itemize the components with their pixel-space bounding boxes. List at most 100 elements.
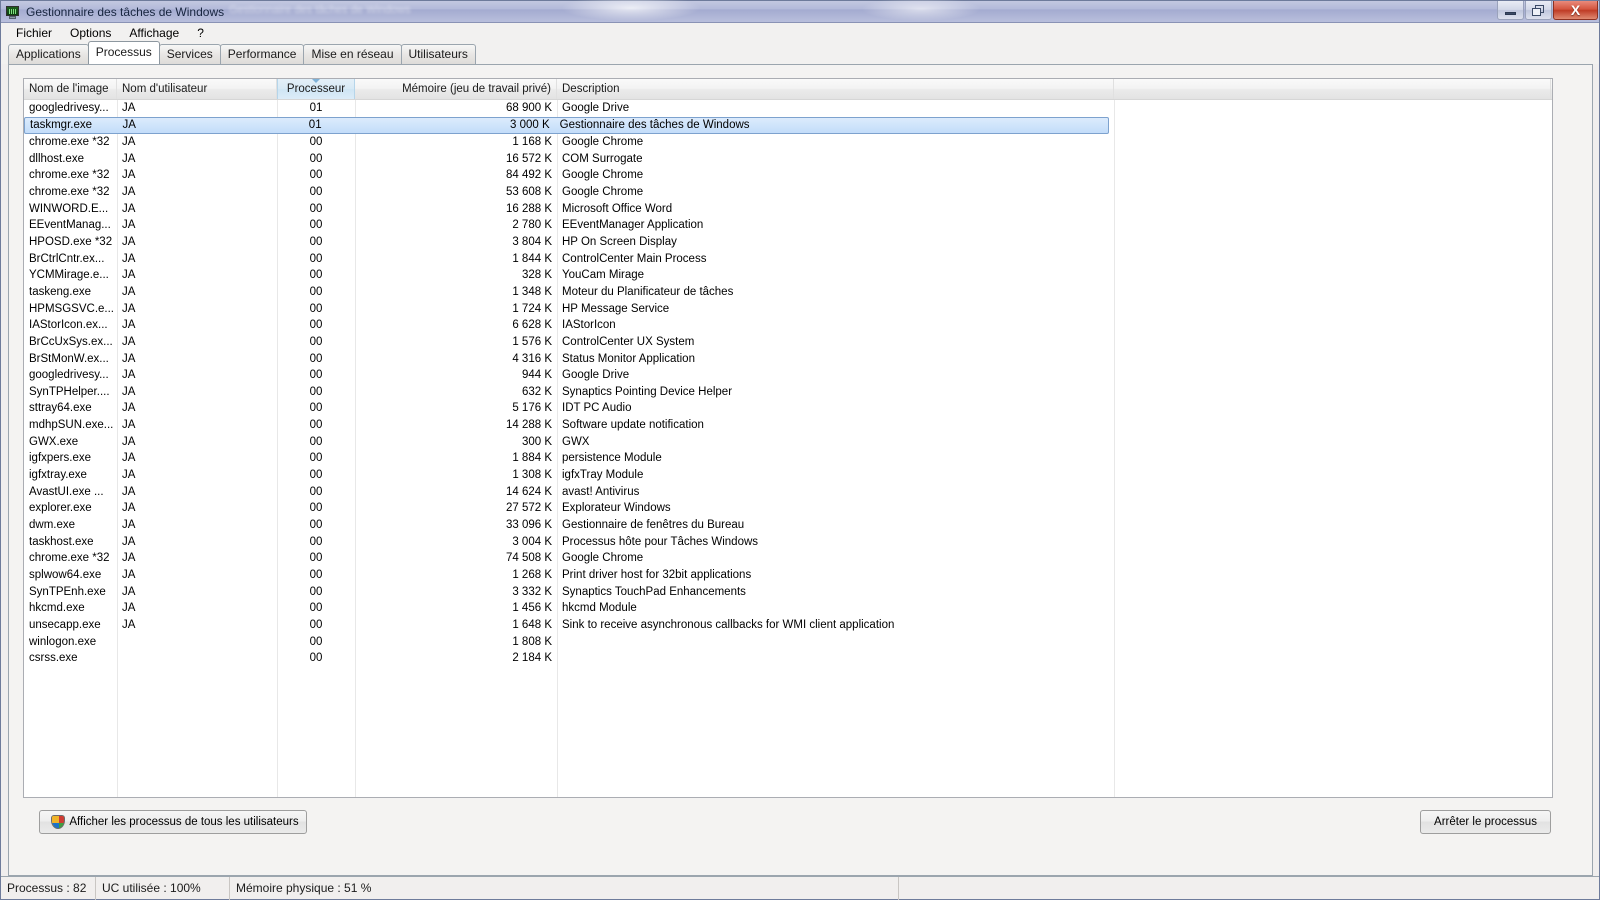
column-header-image-name[interactable]: Nom de l'image — [24, 79, 117, 99]
cell-user-name: JA — [122, 402, 136, 415]
tab-applications[interactable]: Applications — [8, 44, 89, 64]
cell-memory: 632 K — [521, 385, 552, 398]
cell-description: avast! Antivirus — [562, 485, 640, 498]
table-row[interactable]: HPOSD.exe *32 JA 00 3 804 K HP On Screen Dis… — [24, 234, 1552, 251]
table-row[interactable]: dllhost.exe JA 00 16 572 K COM Surrogate — [24, 150, 1552, 167]
process-list[interactable]: Nom de l'image Nom d'utilisateur Process… — [23, 78, 1553, 798]
table-row[interactable]: igfxpers.exe JA 00 1 884 K persistence Modul… — [24, 450, 1552, 467]
table-row[interactable]: googledrivesy... JA 00 944 K Google Drive — [24, 367, 1552, 384]
tab-performance[interactable]: Performance — [219, 44, 305, 64]
cell-user-name: JA — [122, 135, 136, 148]
table-row[interactable]: winlogon.exe 00 1 808 K — [24, 633, 1552, 650]
end-process-button[interactable]: Arrêter le processus — [1420, 810, 1551, 834]
cell-user-name: JA — [122, 169, 136, 182]
cell-user-name: JA — [122, 369, 136, 382]
cell-description: Google Chrome — [562, 552, 644, 565]
table-row[interactable]: hkcmd.exe JA 00 1 456 K hkcmd Module — [24, 600, 1552, 617]
cell-image-name: explorer.exe — [29, 502, 92, 515]
cell-description: GWX — [562, 435, 590, 448]
table-row[interactable]: mdhpSUN.exe... JA 00 14 288 K Software updat… — [24, 417, 1552, 434]
cell-user-name: JA — [122, 502, 136, 515]
table-row[interactable]: BrStMonW.ex... JA 00 4 316 K Status Monitor … — [24, 350, 1552, 367]
table-row[interactable]: EEventManag... JA 00 2 780 K EEventManager A… — [24, 217, 1552, 234]
task-manager-icon — [5, 4, 21, 20]
column-header-cpu[interactable]: Processeur — [277, 79, 355, 99]
cell-memory: 6 628 K — [512, 319, 552, 332]
cell-user-name: JA — [122, 452, 136, 465]
cell-description: Sink to receive asynchronous callbacks f… — [562, 619, 895, 632]
status-filler — [899, 877, 1599, 900]
maximize-restore-button[interactable] — [1525, 1, 1552, 20]
table-row[interactable]: SynTPEnh.exe JA 00 3 332 K Synaptics TouchPa… — [24, 583, 1552, 600]
cell-image-name: HPMSGSVC.e... — [29, 302, 114, 315]
column-header-memory[interactable]: Mémoire (jeu de travail privé) — [355, 79, 557, 99]
table-row[interactable]: taskmgr.exe JA 01 3 000 K Gestionnaire des t… — [24, 116, 1109, 134]
cell-memory: 53 608 K — [505, 185, 552, 198]
table-row[interactable]: sttray64.exe JA 00 5 176 K IDT PC Audio — [24, 400, 1552, 417]
cell-description: Processus hôte pour Tâches Windows — [562, 535, 759, 548]
table-row[interactable]: GWX.exe JA 00 300 K GWX — [24, 433, 1552, 450]
table-row[interactable]: chrome.exe *32 JA 00 1 168 K Google Chrome — [24, 134, 1552, 151]
cell-user-name: JA — [122, 569, 136, 582]
table-row[interactable]: chrome.exe *32 JA 00 53 608 K Google Chrome — [24, 184, 1552, 201]
table-row[interactable]: chrome.exe *32 JA 00 84 492 K Google Chrome — [24, 167, 1552, 184]
cell-image-name: dwm.exe — [29, 519, 76, 532]
table-row[interactable]: taskhost.exe JA 00 3 004 K Processus hôte po… — [24, 533, 1552, 550]
cell-user-name: JA — [122, 602, 136, 615]
cell-description: IAStorIcon — [562, 319, 616, 332]
table-row[interactable]: igfxtray.exe JA 00 1 308 K igfxTray Module — [24, 467, 1552, 484]
table-row[interactable]: IAStorIcon.ex... JA 00 6 628 K IAStorIcon — [24, 317, 1552, 334]
table-row[interactable]: chrome.exe *32 JA 00 74 508 K Google Chrome — [24, 550, 1552, 567]
table-row[interactable]: googledrivesy... JA 01 68 900 K Google Drive — [24, 100, 1552, 117]
table-row[interactable]: BrCcUxSys.ex... JA 00 1 576 K ControlCenter … — [24, 334, 1552, 351]
table-row[interactable]: BrCtrlCntr.ex... JA 00 1 844 K ControlCenter… — [24, 250, 1552, 267]
cell-image-name: splwow64.exe — [29, 569, 102, 582]
tab-utilisateurs[interactable]: Utilisateurs — [400, 44, 476, 64]
table-row[interactable]: csrss.exe 00 2 184 K — [24, 650, 1552, 667]
tab-mise-en-reseau[interactable]: Mise en réseau — [303, 44, 402, 64]
table-row[interactable]: HPMSGSVC.e... JA 00 1 724 K HP Message Servi… — [24, 300, 1552, 317]
cell-memory: 944 K — [521, 369, 552, 382]
close-button[interactable]: X — [1553, 1, 1598, 20]
cell-description: Gestionnaire de fenêtres du Bureau — [562, 519, 745, 532]
tab-services[interactable]: Services — [158, 44, 221, 64]
table-row[interactable]: unsecapp.exe JA 00 1 648 K Sink to receive a… — [24, 617, 1552, 634]
sort-descending-icon — [312, 79, 320, 83]
cell-cpu: 00 — [309, 235, 323, 248]
table-row[interactable]: splwow64.exe JA 00 1 268 K Print driver host… — [24, 567, 1552, 584]
cell-image-name: chrome.exe *32 — [29, 552, 110, 565]
status-physical-memory: Mémoire physique : 51 % — [230, 876, 899, 900]
table-row[interactable]: YCMMirage.e... JA 00 328 K YouCam Mirage — [24, 267, 1552, 284]
cell-image-name: chrome.exe *32 — [29, 135, 110, 148]
cell-user-name: JA — [122, 285, 136, 298]
table-row[interactable]: AvastUI.exe ... JA 00 14 624 K avast! Antivi… — [24, 483, 1552, 500]
menu-item-fichier[interactable]: Fichier — [7, 24, 61, 43]
cell-cpu: 00 — [309, 519, 323, 532]
cell-description: EEventManager Application — [562, 219, 704, 232]
table-row[interactable]: taskeng.exe JA 00 1 348 K Moteur du Planific… — [24, 284, 1552, 301]
cell-description: hkcmd Module — [562, 602, 637, 615]
table-row[interactable]: SynTPHelper.... JA 00 632 K Synaptics Pointi… — [24, 384, 1552, 401]
minimize-button[interactable] — [1497, 1, 1524, 20]
table-row[interactable]: WINWORD.E... JA 00 16 288 K Microsoft Office… — [24, 200, 1552, 217]
table-row[interactable]: explorer.exe JA 00 27 572 K Explorateur Wind… — [24, 500, 1552, 517]
cell-user-name: JA — [122, 485, 136, 498]
cell-image-name: taskeng.exe — [29, 285, 92, 298]
cell-description: Google Drive — [562, 369, 630, 382]
title-bar[interactable]: Gestionnaire des tâches de Windows Gesti… — [1, 0, 1599, 23]
column-header-description[interactable]: Description — [557, 79, 1114, 99]
cell-memory: 84 492 K — [505, 169, 552, 182]
table-row[interactable]: dwm.exe JA 00 33 096 K Gestionnaire de fenêt… — [24, 517, 1552, 534]
tab-processus[interactable]: Processus — [87, 41, 160, 64]
cell-cpu: 00 — [309, 135, 323, 148]
cell-image-name: dllhost.exe — [29, 152, 84, 165]
cell-user-name: JA — [122, 185, 136, 198]
show-all-users-button[interactable]: Afficher les processus de tous les utili… — [39, 810, 307, 834]
cell-description: ControlCenter Main Process — [562, 252, 707, 265]
cell-cpu: 00 — [309, 502, 323, 515]
column-header-user-name[interactable]: Nom d'utilisateur — [117, 79, 277, 99]
cell-memory: 1 168 K — [512, 135, 552, 148]
cell-cpu: 00 — [309, 635, 323, 648]
cell-user-name: JA — [122, 102, 136, 115]
menu-item-help[interactable]: ? — [188, 24, 213, 43]
